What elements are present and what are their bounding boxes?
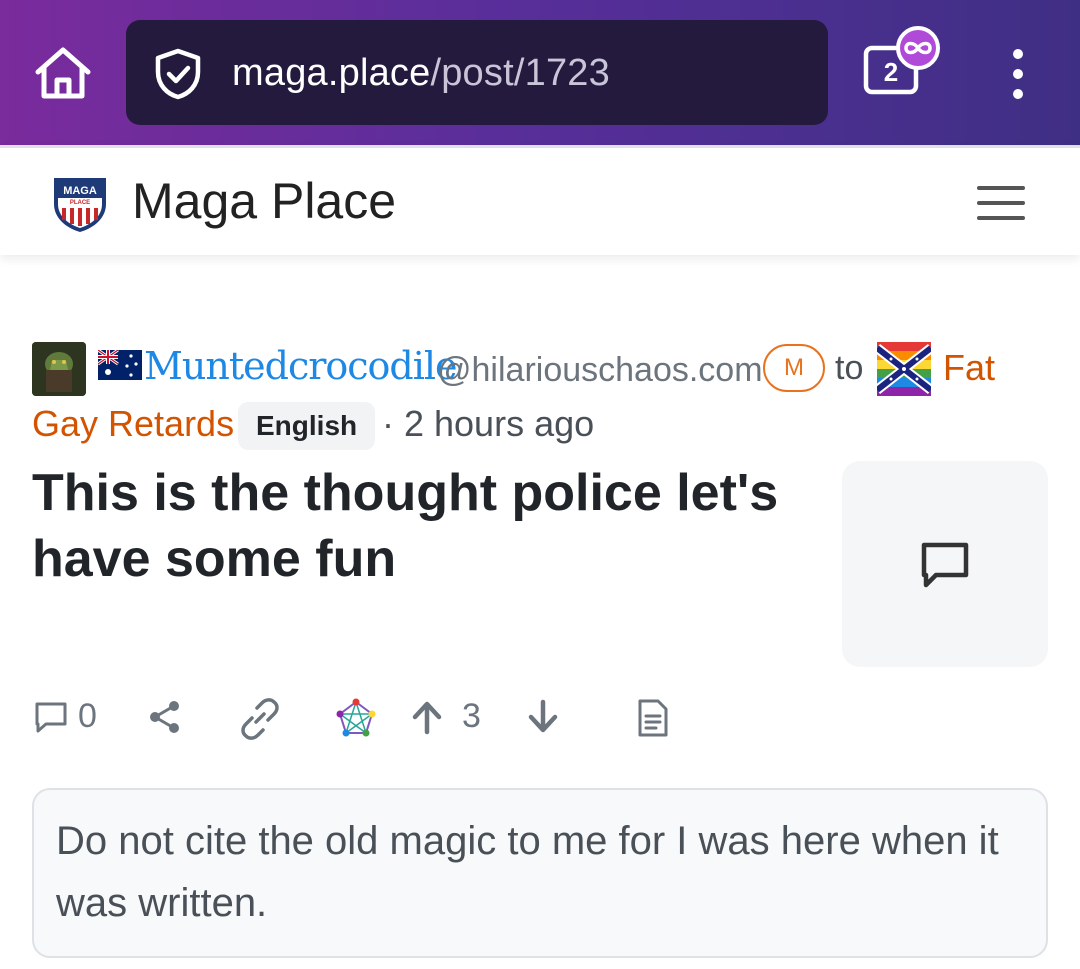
post-body: Do not cite the old magic to me for I wa… — [32, 788, 1048, 958]
home-button[interactable] — [32, 44, 94, 102]
home-icon — [35, 47, 91, 99]
post-meta-second-line: Gay Retards English · 2 hours ago — [32, 400, 1052, 450]
more-vertical-icon — [1013, 49, 1023, 99]
comment-count: 0 — [78, 697, 97, 735]
post-time: · 2 hours ago — [382, 403, 595, 444]
arrow-up-icon — [412, 701, 442, 735]
author-avatar[interactable] — [32, 342, 86, 396]
url-domain: maga.place — [232, 52, 431, 94]
tab-count: 2 — [883, 57, 899, 87]
post-body-text: Do not cite the old magic to me for I wa… — [56, 819, 999, 925]
upvote-button[interactable] — [410, 698, 446, 738]
logo-text-bottom: PLACE — [70, 200, 90, 206]
post-thumbnail[interactable] — [842, 461, 1048, 667]
browser-toolbar: maga.place/post/1723 2 — [0, 0, 1080, 145]
score-count: 3 — [462, 697, 481, 735]
community-icon[interactable] — [877, 342, 931, 396]
site-logo[interactable]: MAGA PLACE — [50, 174, 110, 234]
maga-place-logo-icon: MAGA PLACE — [54, 178, 106, 232]
address-bar[interactable]: maga.place/post/1723 — [126, 20, 828, 125]
copy-link-button[interactable] — [238, 698, 282, 740]
logo-text-top: MAGA — [63, 185, 97, 197]
downvote-button[interactable] — [526, 698, 562, 738]
document-icon — [638, 699, 668, 737]
url-path: /post/1723 — [430, 52, 610, 94]
community-name-link[interactable]: Fat — [943, 346, 995, 390]
url-text[interactable]: maga.place/post/1723 — [232, 50, 610, 96]
link-icon — [241, 698, 279, 740]
fediverse-button[interactable] — [336, 698, 376, 738]
post-meta: Muntedcrocodile @hilariouschaos.com M to… — [32, 340, 1052, 396]
comments-button[interactable]: 0 — [32, 697, 102, 738]
language-badge: English — [238, 402, 376, 450]
more-menu-button[interactable] — [1000, 48, 1036, 100]
site-title[interactable]: Maga Place — [132, 170, 396, 232]
post-actions: 0 3 — [32, 692, 732, 744]
shield-check-icon[interactable] — [152, 48, 204, 100]
fediverse-icon — [336, 698, 376, 737]
to-label: to — [835, 349, 864, 387]
post-title[interactable]: This is the thought police let's have so… — [32, 460, 792, 592]
australia-flag-icon — [98, 350, 142, 380]
arrow-down-icon — [528, 699, 558, 733]
community-name-link-continued[interactable]: Gay Retards — [32, 402, 234, 446]
hamburger-menu-icon — [977, 186, 1025, 220]
comment-icon — [35, 702, 67, 733]
share-icon — [150, 701, 179, 733]
crocodile-avatar-image — [32, 342, 86, 396]
author-name-link[interactable]: Muntedcrocodile — [144, 342, 458, 390]
share-button[interactable] — [146, 698, 186, 738]
moderator-badge: M — [763, 344, 825, 392]
comment-icon — [921, 542, 969, 588]
hamburger-menu-button[interactable] — [977, 186, 1025, 222]
view-source-button[interactable] — [636, 698, 672, 738]
author-instance[interactable]: @hilariouschaos.com — [437, 348, 763, 392]
site-header: MAGA PLACE Maga Place — [0, 145, 1080, 255]
